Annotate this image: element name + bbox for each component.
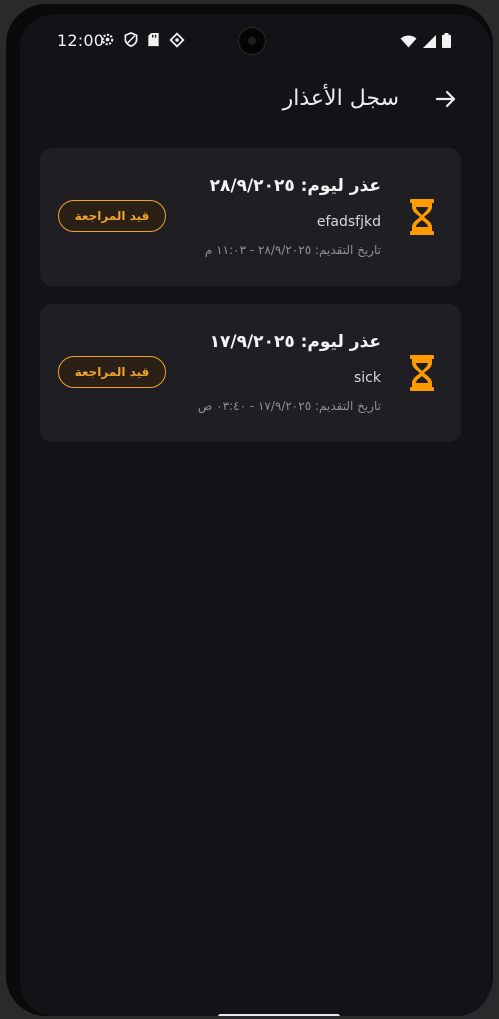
wifi-icon xyxy=(400,33,417,52)
excuse-card[interactable]: عذر ليوم: ١٧/٩/٢٠٢٥ sick تاريخ التقديم: … xyxy=(40,304,461,442)
excuse-title: عذر ليوم: ١٧/٩/٢٠٢٥ xyxy=(209,332,381,352)
app-header: سجل الأعذار xyxy=(20,78,491,124)
hourglass-icon xyxy=(409,354,435,392)
page-title: سجل الأعذار xyxy=(282,86,399,111)
device-frame: 12:00 سجل الأعذار عذر ليوم: ٢٨/٩/٢٠٢٥ ef… xyxy=(0,0,499,1019)
status-icons-right xyxy=(400,33,451,52)
sd-card-icon xyxy=(147,32,160,48)
status-icons-left xyxy=(100,32,185,48)
excuse-submitted-date: تاريخ التقديم: ١٧/٩/٢٠٢٥ - ٠٣:٤٠ ص xyxy=(197,399,381,413)
status-badge: قيد المراجعة xyxy=(58,200,166,232)
excuse-title: عذر ليوم: ٢٨/٩/٢٠٢٥ xyxy=(209,176,381,196)
diamond-icon xyxy=(169,32,185,48)
camera-cutout xyxy=(238,27,266,55)
battery-icon xyxy=(442,33,451,52)
arrow-right-icon xyxy=(435,90,456,108)
shield-icon xyxy=(124,32,138,48)
home-indicator[interactable] xyxy=(218,1014,340,1016)
excuse-reason: efadsfjkd xyxy=(316,214,381,230)
status-bar: 12:00 xyxy=(20,14,491,66)
excuse-submitted-date: تاريخ التقديم: ٢٨/٩/٢٠٢٥ - ١١:٠٣ م xyxy=(204,243,381,257)
hourglass-icon xyxy=(409,198,435,236)
device-bezel: 12:00 سجل الأعذار عذر ليوم: ٢٨/٩/٢٠٢٥ ef… xyxy=(6,4,493,1016)
status-time: 12:00 xyxy=(57,31,105,50)
screen: 12:00 سجل الأعذار عذر ليوم: ٢٨/٩/٢٠٢٥ ef… xyxy=(20,14,491,1016)
status-badge: قيد المراجعة xyxy=(58,356,166,388)
excuse-reason: sick xyxy=(354,370,381,386)
signal-icon xyxy=(423,33,436,52)
back-button[interactable] xyxy=(433,86,459,112)
excuse-card[interactable]: عذر ليوم: ٢٨/٩/٢٠٢٥ efadsfjkd تاريخ التق… xyxy=(40,148,461,286)
gear-icon xyxy=(100,32,115,48)
